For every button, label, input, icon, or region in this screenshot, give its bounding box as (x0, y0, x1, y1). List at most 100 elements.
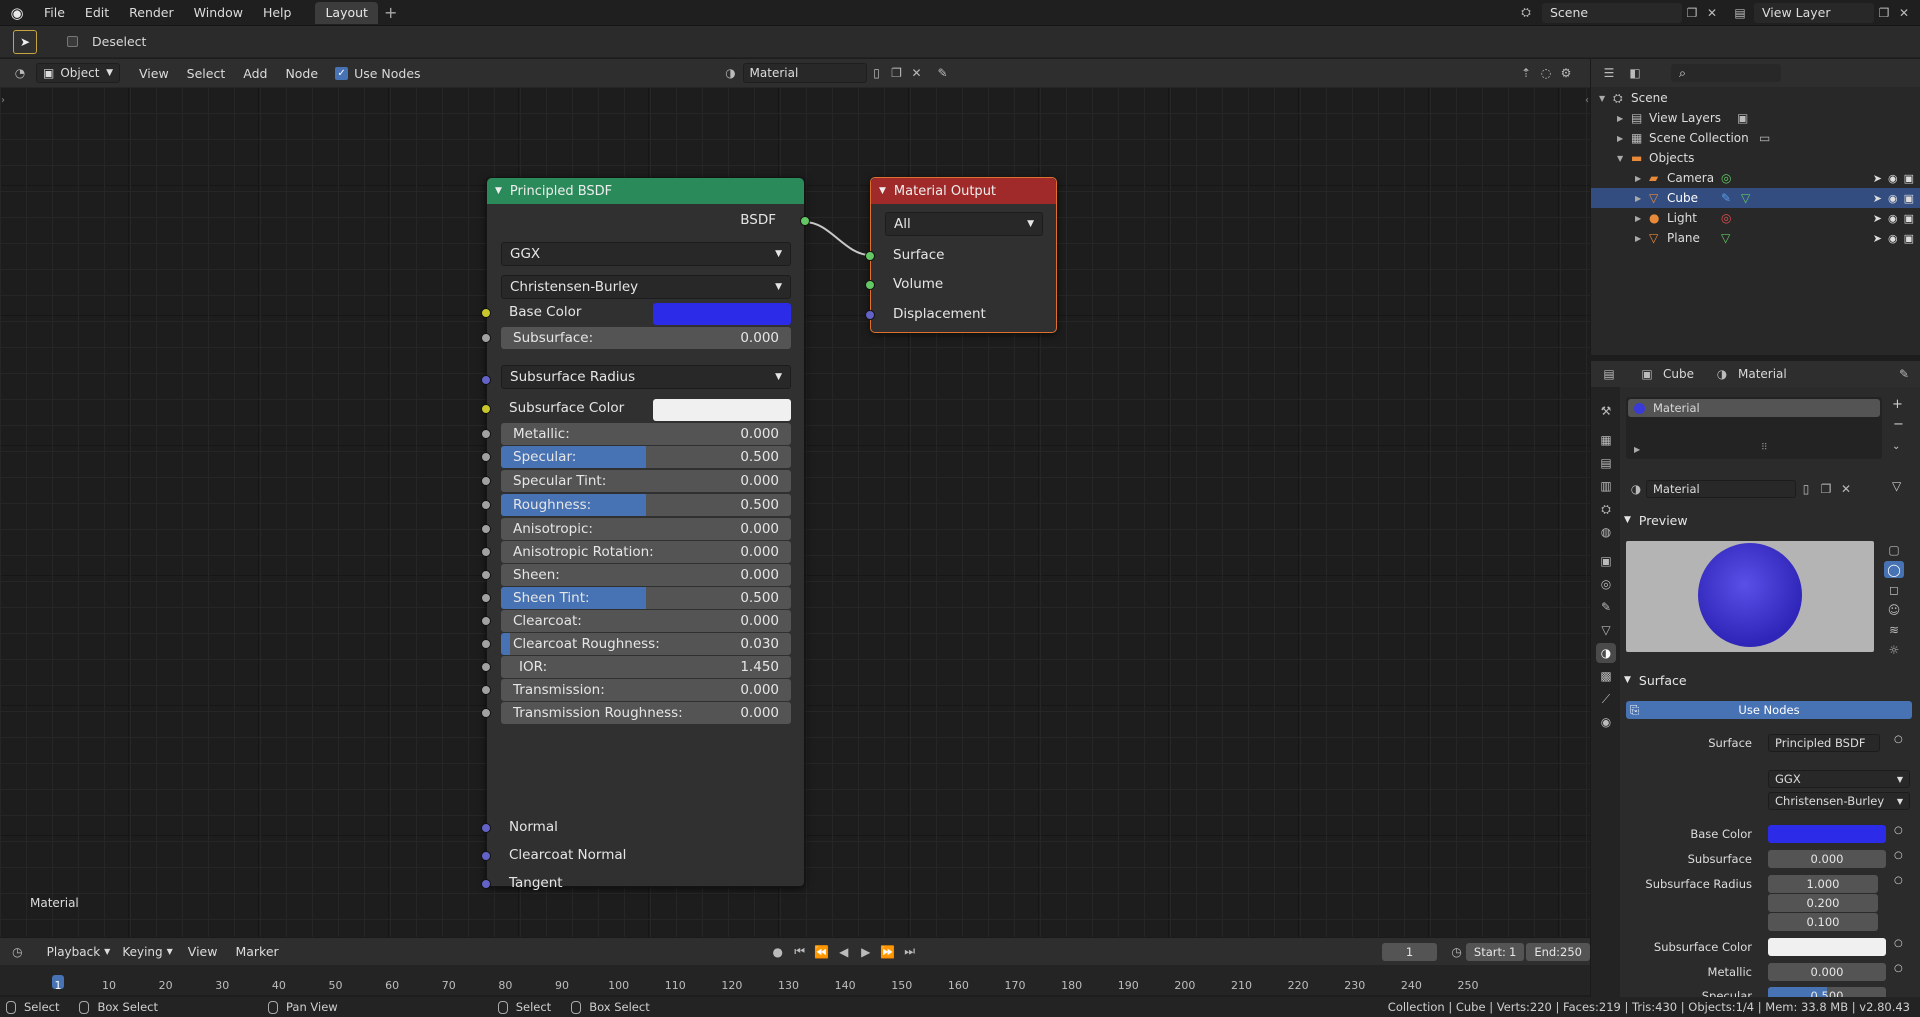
input-socket[interactable] (481, 616, 491, 626)
unlink-material-icon[interactable]: ✕ (907, 63, 927, 83)
expand-triangle-icon[interactable]: ▶ (1635, 214, 1641, 223)
tab-particles-icon[interactable]: ◉ (1596, 712, 1616, 732)
blender-logo-icon[interactable]: ◉ (0, 4, 34, 22)
timeline-view-menu[interactable]: View (179, 944, 227, 959)
menu-file[interactable]: File (34, 0, 75, 26)
surface-socket[interactable] (865, 251, 875, 261)
tab-object-icon[interactable]: ▣ (1596, 551, 1616, 571)
menu-window[interactable]: Window (184, 0, 253, 26)
input-socket[interactable] (481, 593, 491, 603)
timeline-ruler[interactable]: 1 10 20 30 40 50 60 70 80 90 100 110 120 130 140 150 160… (0, 965, 1590, 995)
surface-panel-header[interactable]: ▼ Surface (1624, 669, 1916, 691)
outliner-row-cube[interactable]: ▶ ▽ Cube ✎ ▽ ➤ ◉ ▣ (1591, 188, 1920, 208)
properties-editor-type-icon[interactable]: ▤ (1599, 364, 1619, 384)
distribution-dropdown[interactable]: GGX ▼ (1768, 770, 1910, 788)
clock-icon[interactable]: ◷ (1449, 942, 1464, 962)
expand-triangle-icon[interactable]: ▶ (1635, 234, 1641, 243)
subsurface-color-swatch[interactable] (1768, 938, 1886, 956)
deselect-button[interactable]: Deselect (92, 34, 146, 49)
add-workspace-icon[interactable]: + (384, 3, 397, 22)
metallic-value-field[interactable]: 0.000 (1768, 963, 1886, 981)
use-nodes-toggle[interactable]: ✓ Use Nodes (335, 66, 421, 81)
link-socket-icon[interactable]: ○ (1894, 825, 1903, 836)
value-slider[interactable]: Specular: 0.500 (501, 446, 791, 468)
node-header[interactable]: ▼ Material Output (871, 178, 1056, 204)
select-arrow-icon[interactable]: ➤ (1873, 212, 1882, 225)
input-socket[interactable] (481, 476, 491, 486)
eye-icon[interactable]: ◉ (1888, 232, 1898, 245)
unlink-material-icon[interactable]: ✕ (1836, 479, 1856, 499)
value-slider[interactable]: Metallic: 0.000 (501, 423, 791, 445)
use-nodes-button[interactable]: ⎘ Use Nodes (1626, 701, 1912, 719)
menu-add[interactable]: Add (234, 66, 276, 81)
outliner-row-scene-collection[interactable]: ▶ ▦ Scene Collection ▭ (1591, 128, 1920, 148)
delete-view-layer-icon[interactable]: ✕ (1894, 3, 1914, 23)
preview-hair-icon[interactable]: ≋ (1884, 621, 1904, 638)
outliner-row-scene[interactable]: ▼ ⛭ Scene (1591, 88, 1920, 108)
ruler-scrubber-strip[interactable] (0, 965, 1590, 977)
menu-edit[interactable]: Edit (75, 0, 119, 26)
workspace-tab-layout[interactable]: Layout (315, 1, 378, 24)
resize-grip-icon[interactable]: ⠿ (1761, 443, 1768, 453)
menu-node[interactable]: Node (276, 66, 327, 81)
subsurface-method-dropdown[interactable]: Christensen-Burley ▼ (1768, 792, 1910, 810)
breadcrumb-object[interactable]: Cube (1663, 367, 1694, 381)
node-header[interactable]: ▼ Principled BSDF (487, 178, 804, 204)
input-socket[interactable] (481, 708, 491, 718)
input-socket[interactable] (481, 429, 491, 439)
material-slot-list[interactable]: Material ▶ ⠿ (1626, 397, 1882, 459)
expand-triangle-icon[interactable]: ▶ (1617, 114, 1623, 123)
displacement-socket[interactable] (865, 310, 875, 320)
render-camera-icon[interactable]: ▣ (1904, 232, 1914, 245)
material-browse-icon[interactable]: ◑ (1626, 479, 1646, 499)
eye-icon[interactable]: ◉ (1888, 192, 1898, 205)
tab-physics-icon[interactable]: ⟋ (1596, 689, 1616, 709)
input-socket[interactable] (481, 547, 491, 557)
radius-y-field[interactable]: 0.200 (1768, 894, 1878, 912)
tab-texture-icon[interactable]: ▩ (1596, 666, 1616, 686)
subsurface-radius-dropdown[interactable]: Subsurface Radius ▼ (501, 365, 791, 389)
slot-menu-chevron-icon[interactable]: ⌄ (1892, 441, 1900, 452)
expand-triangle-icon[interactable]: ▶ (1635, 194, 1641, 203)
tab-tool-icon[interactable]: ⚒ (1596, 401, 1616, 421)
jump-start-icon[interactable]: ⏮ (790, 942, 810, 962)
new-view-layer-icon[interactable]: ❐ (1874, 3, 1894, 23)
menu-select[interactable]: Select (178, 66, 235, 81)
subsurface-color-swatch[interactable] (653, 399, 791, 421)
value-slider[interactable]: Subsurface: 0.000 (501, 327, 791, 349)
principled-bsdf-node[interactable]: ▼ Principled BSDF BSDF GGX ▼ Christensen… (481, 177, 810, 891)
preview-flat-icon[interactable]: ▢ (1884, 541, 1904, 558)
tab-material-icon[interactable]: ◑ (1596, 643, 1616, 663)
outliner-row-light[interactable]: ▶ ● Light ◎ ➤ ◉ ▣ (1591, 208, 1920, 228)
base-color-swatch[interactable] (1768, 825, 1886, 843)
input-socket[interactable] (481, 662, 491, 672)
fake-user-icon[interactable]: ▯ (1796, 479, 1816, 499)
value-slider[interactable]: Anisotropic Rotation: 0.000 (501, 541, 791, 563)
material-name-field[interactable]: Material (1646, 480, 1796, 498)
scene-field[interactable]: Scene (1542, 2, 1682, 23)
jump-keyframe-back-icon[interactable]: ⏪ (812, 942, 832, 962)
specular-value-field[interactable]: 0.500 (1768, 987, 1886, 997)
jump-end-icon[interactable]: ⏭ (900, 942, 920, 962)
link-data-icon[interactable]: ▽ (1892, 479, 1901, 493)
render-camera-icon[interactable]: ▣ (1904, 172, 1914, 185)
expand-triangle-icon[interactable]: ▶ (1635, 174, 1641, 183)
subsurface-radius-socket[interactable] (481, 375, 491, 385)
current-frame-field[interactable]: 1 (1381, 942, 1438, 961)
collapse-triangle-icon[interactable]: ▼ (495, 186, 502, 196)
input-socket[interactable] (481, 639, 491, 649)
link-socket-icon[interactable]: ○ (1894, 875, 1903, 886)
tangent-socket[interactable] (481, 879, 491, 889)
outliner-editor-type-icon[interactable]: ☰ (1599, 63, 1619, 83)
tab-scene-icon[interactable]: ⛭ (1596, 499, 1616, 519)
play-icon[interactable]: ▶ (856, 942, 876, 962)
expand-triangle-icon[interactable]: ▼ (1617, 154, 1623, 163)
tab-output-icon[interactable]: ▤ (1596, 453, 1616, 473)
preview-monkey-icon[interactable]: ☺ (1884, 601, 1904, 618)
outliner-row-objects[interactable]: ▼ ▬ Objects (1591, 148, 1920, 168)
input-socket[interactable] (481, 500, 491, 510)
node-canvas[interactable]: › ‹ ▼ Principled BSDF BSDF GGX ▼ Christe… (0, 87, 1590, 937)
object-mode-dropdown[interactable]: ▣ Object ▼ (36, 63, 120, 83)
play-reverse-icon[interactable]: ◀ (834, 942, 854, 962)
visibility-controls[interactable]: ➤ ◉ ▣ (1873, 172, 1914, 185)
